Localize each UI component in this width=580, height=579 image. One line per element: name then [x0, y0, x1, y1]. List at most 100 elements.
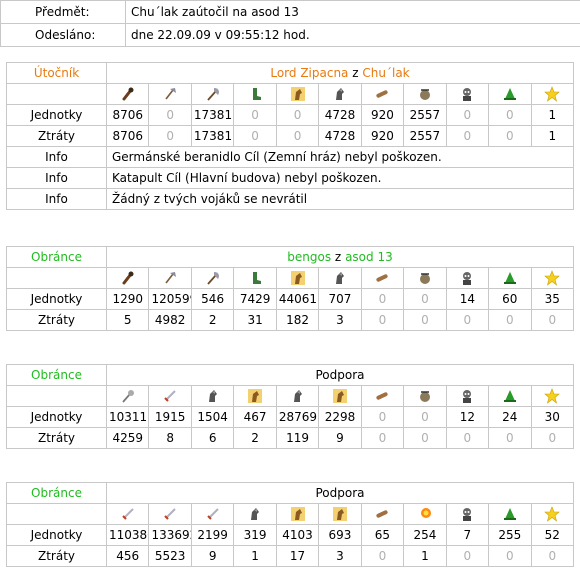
catapult-icon: [417, 270, 433, 286]
defender-icons-row: [6, 267, 575, 289]
losses-label: Ztráty: [6, 309, 107, 331]
loss-count: 0: [488, 125, 532, 147]
horse-icon: [332, 388, 348, 404]
settler-icon: [502, 86, 518, 102]
support1-units-row: Jednotky10311351915150446728769229800122…: [6, 406, 575, 428]
unit-icon-cell: [318, 503, 362, 525]
attacker-table: Útočník Lord Zipacna z Chu´lak Jednotky 8…: [6, 62, 575, 210]
loss-count: 1: [403, 545, 447, 567]
unit-count: 30: [530, 406, 575, 428]
loss-count: 920: [360, 125, 405, 147]
loss-count: 456: [105, 545, 150, 567]
unit-count: 65: [360, 524, 405, 546]
loss-count: 9: [318, 427, 362, 449]
support1-losses-row: Ztráty 4259 8 6 2 119 9 0 0 0 0 0: [6, 427, 575, 449]
helmet-horse-icon: [205, 388, 221, 404]
unit-count: 0: [403, 288, 447, 310]
horse-icon: [290, 270, 306, 286]
unit-count: 0: [403, 406, 447, 428]
unit-icon-cell: [530, 83, 575, 105]
ram-icon: [374, 270, 390, 286]
defender-losses-row: Ztráty 5 4982 2 31 182 3 0 0 0 0 0: [6, 309, 575, 331]
loss-count: 0: [445, 427, 490, 449]
attacker-units-row: Jednotky 8706 0 17381 0 0 4728 920 2557 0 0 1: [6, 104, 575, 126]
attacker-village-link[interactable]: Chu´lak: [362, 66, 409, 80]
loss-count: 4982: [148, 309, 192, 331]
unit-count: 1031135: [105, 406, 150, 428]
loss-count: 3: [318, 545, 362, 567]
unit-count: 24: [488, 406, 532, 428]
unit-count: 0: [360, 406, 405, 428]
unit-icon-cell: [190, 385, 235, 407]
loss-count: 0: [233, 125, 277, 147]
unit-icon-cell: [275, 83, 320, 105]
loss-count: 0: [488, 309, 532, 331]
unit-icon-cell: [445, 385, 490, 407]
unit-count: 920: [360, 104, 405, 126]
unit-icon-cell: [530, 267, 575, 289]
boot-icon: [247, 270, 263, 286]
sword-icon: [120, 506, 136, 522]
fireball-icon: [417, 506, 433, 522]
info-row: Info Germánské beranidlo Cíl (Zemní hráz…: [6, 146, 574, 168]
unit-icon-cell: [318, 385, 362, 407]
unit-count: 0: [275, 104, 320, 126]
unit-count: 0: [360, 288, 405, 310]
unit-icon-cell: [488, 267, 532, 289]
support2-units-row: Jednotky11038013369232199319410369365254…: [6, 524, 575, 546]
defender-z: z: [334, 250, 342, 264]
message-header: Předmět: Chu´lak zaútočil na asod 13 Ode…: [0, 0, 580, 47]
attacker-player-link[interactable]: Lord Zipacna: [270, 66, 348, 80]
unit-icon-cell: [488, 83, 532, 105]
unit-count: 319: [233, 524, 277, 546]
unit-count: 546: [190, 288, 235, 310]
loss-count: 0: [488, 545, 532, 567]
defender-table: Obránce bengos z asod 13 Jednotky 1290 120…: [6, 246, 575, 331]
unit-count: 693: [318, 524, 362, 546]
unit-count: 255: [488, 524, 532, 546]
info-label: Info: [6, 188, 107, 210]
sword-icon: [162, 506, 178, 522]
unit-icon-cell: [360, 83, 405, 105]
units-label: Jednotky: [6, 524, 107, 546]
unit-count: 4728: [318, 104, 362, 126]
battleaxe-icon: [205, 270, 221, 286]
unit-icon-cell: [233, 267, 277, 289]
unit-count: 44061: [275, 288, 320, 310]
unit-count: 4103: [275, 524, 320, 546]
losses-label: Ztráty: [6, 545, 107, 567]
unit-icon-cell: [148, 503, 192, 525]
loss-count: 8: [148, 427, 192, 449]
loss-count: 0: [445, 125, 490, 147]
support2-role: Obránce: [6, 482, 107, 504]
loss-count: 0: [360, 545, 405, 567]
unit-count: 1: [530, 104, 575, 126]
defender-village-link[interactable]: asod 13: [345, 250, 393, 264]
info-text: Katapult Cíl (Hlavní budova) nebyl poško…: [106, 167, 574, 189]
unit-icon-cell: [403, 385, 447, 407]
unit-icon-cell: [275, 503, 320, 525]
info-text: Žádný z tvých vojáků se nevrátil: [106, 188, 574, 210]
loss-count: 6: [190, 427, 235, 449]
helmet-horse-icon: [332, 86, 348, 102]
hero-star-icon: [544, 86, 561, 102]
defender-player-link[interactable]: bengos: [287, 250, 331, 264]
loss-count: 4259: [105, 427, 150, 449]
club-icon: [120, 270, 136, 286]
loss-count: 8706: [105, 125, 150, 147]
units-label: Jednotky: [6, 406, 107, 428]
settler-icon: [502, 506, 518, 522]
unit-count: 1290: [105, 288, 150, 310]
chief-icon: [459, 506, 475, 522]
loss-count: 0: [148, 125, 192, 147]
units-label: Jednotky: [6, 288, 107, 310]
unit-icon-cell: [360, 385, 405, 407]
defender-role: Obránce: [6, 246, 107, 268]
unit-icon-cell: [275, 267, 320, 289]
defender-units-row: Jednotky12901205990546742944061707001460…: [6, 288, 575, 310]
support1-table: Obránce Podpora Jednotky1031135191515044…: [6, 364, 575, 449]
unit-count: 2199: [190, 524, 235, 546]
unit-icon-cell: [190, 503, 235, 525]
info-text: Germánské beranidlo Cíl (Zemní hráz) neb…: [106, 146, 574, 168]
sent-label: Odesláno:: [0, 23, 126, 47]
